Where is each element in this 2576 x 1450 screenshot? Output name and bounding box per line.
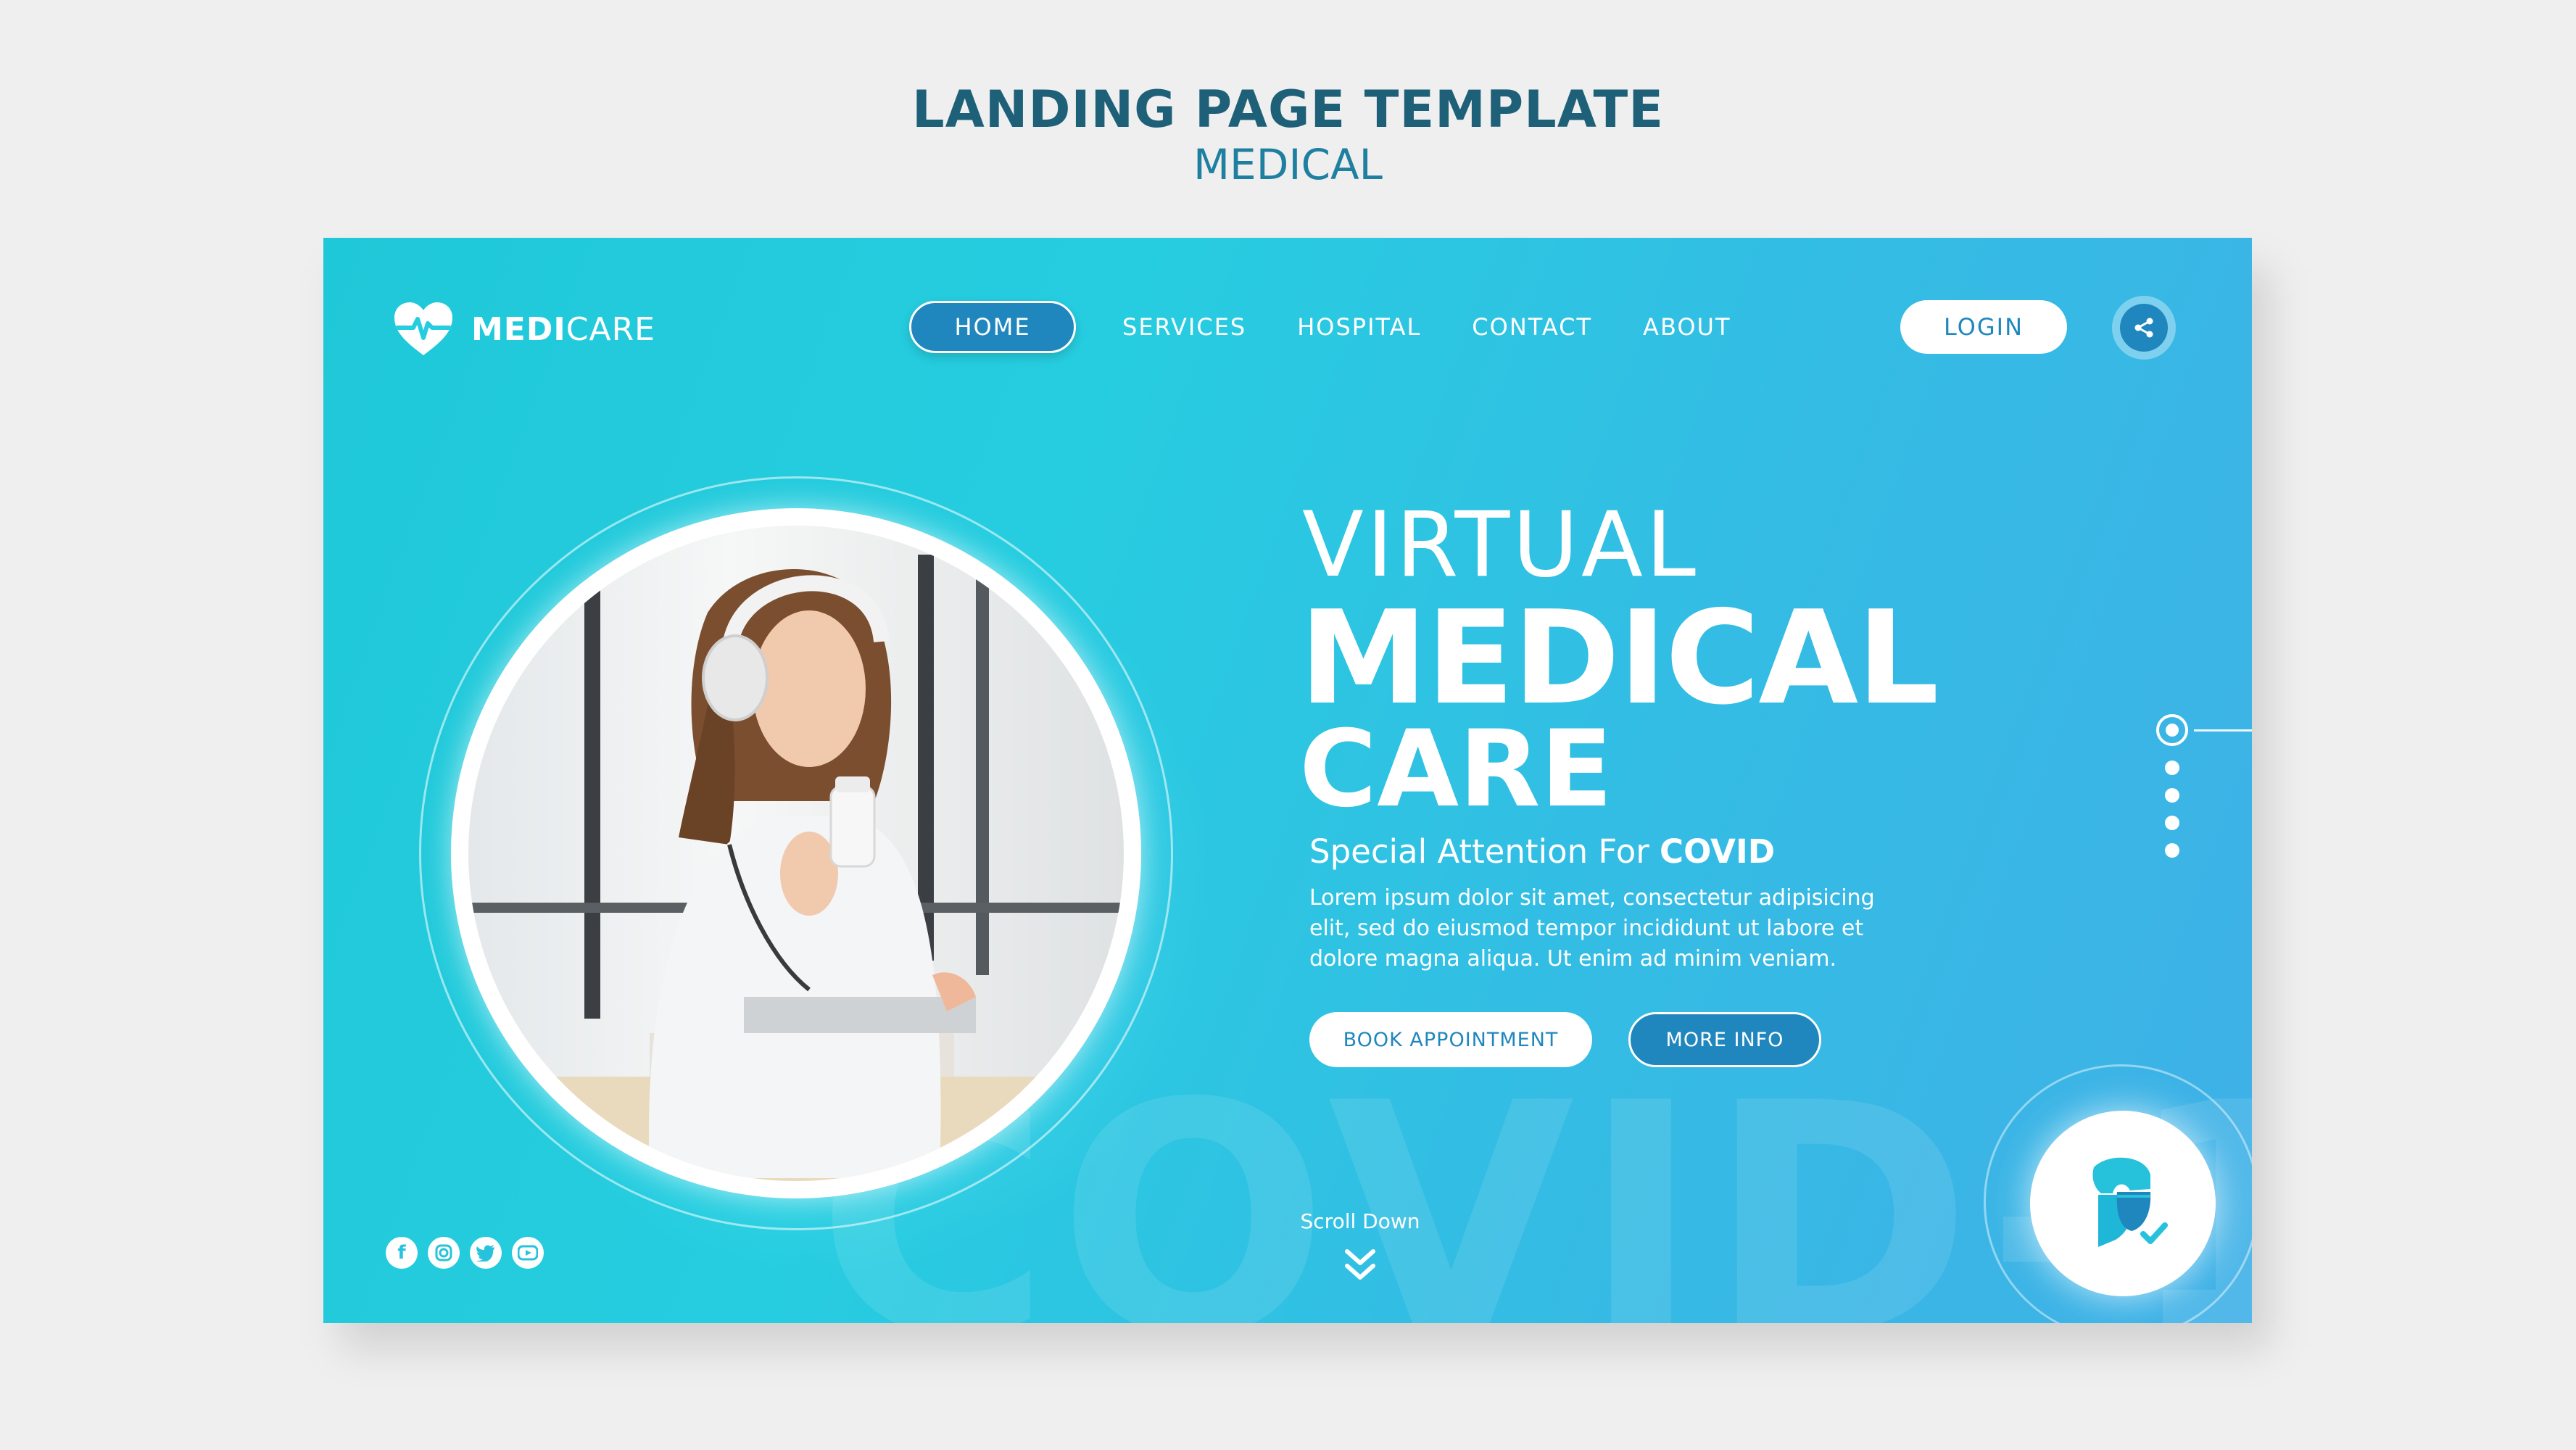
brand-name-rest: CARE bbox=[566, 310, 655, 348]
nav-home[interactable]: HOME bbox=[909, 301, 1076, 353]
nav-hospital[interactable]: HOSPITAL bbox=[1297, 313, 1421, 341]
hero-subtitle: Special Attention For COVID bbox=[1309, 832, 1775, 871]
covid-badge[interactable] bbox=[2030, 1111, 2216, 1296]
brand-logo[interactable]: MEDICARE bbox=[392, 300, 655, 358]
nav-services[interactable]: SERVICES bbox=[1122, 313, 1246, 341]
brand-name: MEDICARE bbox=[471, 311, 655, 348]
nav-about[interactable]: ABOUT bbox=[1643, 313, 1731, 341]
hero-body: Lorem ipsum dolor sit amet, consectetur … bbox=[1309, 885, 1875, 972]
instagram-icon[interactable] bbox=[428, 1237, 460, 1269]
doctor-photo bbox=[468, 526, 1124, 1181]
hero-title-line1: VIRTUAL bbox=[1302, 493, 1699, 597]
pager-dot-active[interactable] bbox=[2156, 714, 2188, 746]
youtube-icon[interactable] bbox=[512, 1237, 544, 1269]
brand-name-bold: MEDI bbox=[471, 310, 566, 348]
masked-person-check-icon bbox=[2092, 1157, 2168, 1247]
share-button-inner bbox=[2120, 304, 2168, 352]
more-info-button[interactable]: MORE INFO bbox=[1628, 1012, 1821, 1067]
share-button[interactable] bbox=[2112, 296, 2176, 360]
facebook-icon[interactable]: f bbox=[386, 1237, 418, 1269]
hero-subtitle-prefix: Special Attention For bbox=[1309, 832, 1660, 871]
book-appointment-button[interactable]: BOOK APPOINTMENT bbox=[1309, 1012, 1592, 1067]
login-button[interactable]: LOGIN bbox=[1900, 300, 2067, 354]
hero-subtitle-bold: COVID bbox=[1660, 832, 1776, 871]
share-icon bbox=[2134, 318, 2153, 338]
pager-dot[interactable] bbox=[2165, 843, 2179, 858]
nav-contact[interactable]: CONTACT bbox=[1472, 313, 1592, 341]
hero-title-line3: CARE bbox=[1299, 708, 1613, 831]
template-subtitle: MEDICAL bbox=[1193, 140, 1383, 189]
landing-page: COVID-19 MEDICARE HOME SERVICES HOSPITAL… bbox=[323, 238, 2252, 1323]
social-links: f bbox=[386, 1237, 544, 1269]
pager-line bbox=[2194, 729, 2252, 732]
double-chevron-down-icon[interactable] bbox=[1338, 1244, 1382, 1288]
twitter-icon[interactable] bbox=[470, 1237, 502, 1269]
template-title: LANDING PAGE TEMPLATE bbox=[911, 80, 1665, 139]
heart-pulse-icon bbox=[394, 302, 452, 355]
photo-frame bbox=[451, 508, 1141, 1198]
pager-dot[interactable] bbox=[2165, 816, 2179, 830]
scroll-down-label[interactable]: Scroll Down bbox=[1266, 1209, 1454, 1233]
doctor-illustration bbox=[468, 526, 1124, 1181]
pager-dot[interactable] bbox=[2165, 761, 2179, 775]
main-nav: HOME SERVICES HOSPITAL CONTACT ABOUT bbox=[909, 300, 1781, 354]
pager-dot[interactable] bbox=[2165, 788, 2179, 803]
pager-dot-active-core bbox=[2166, 724, 2179, 737]
